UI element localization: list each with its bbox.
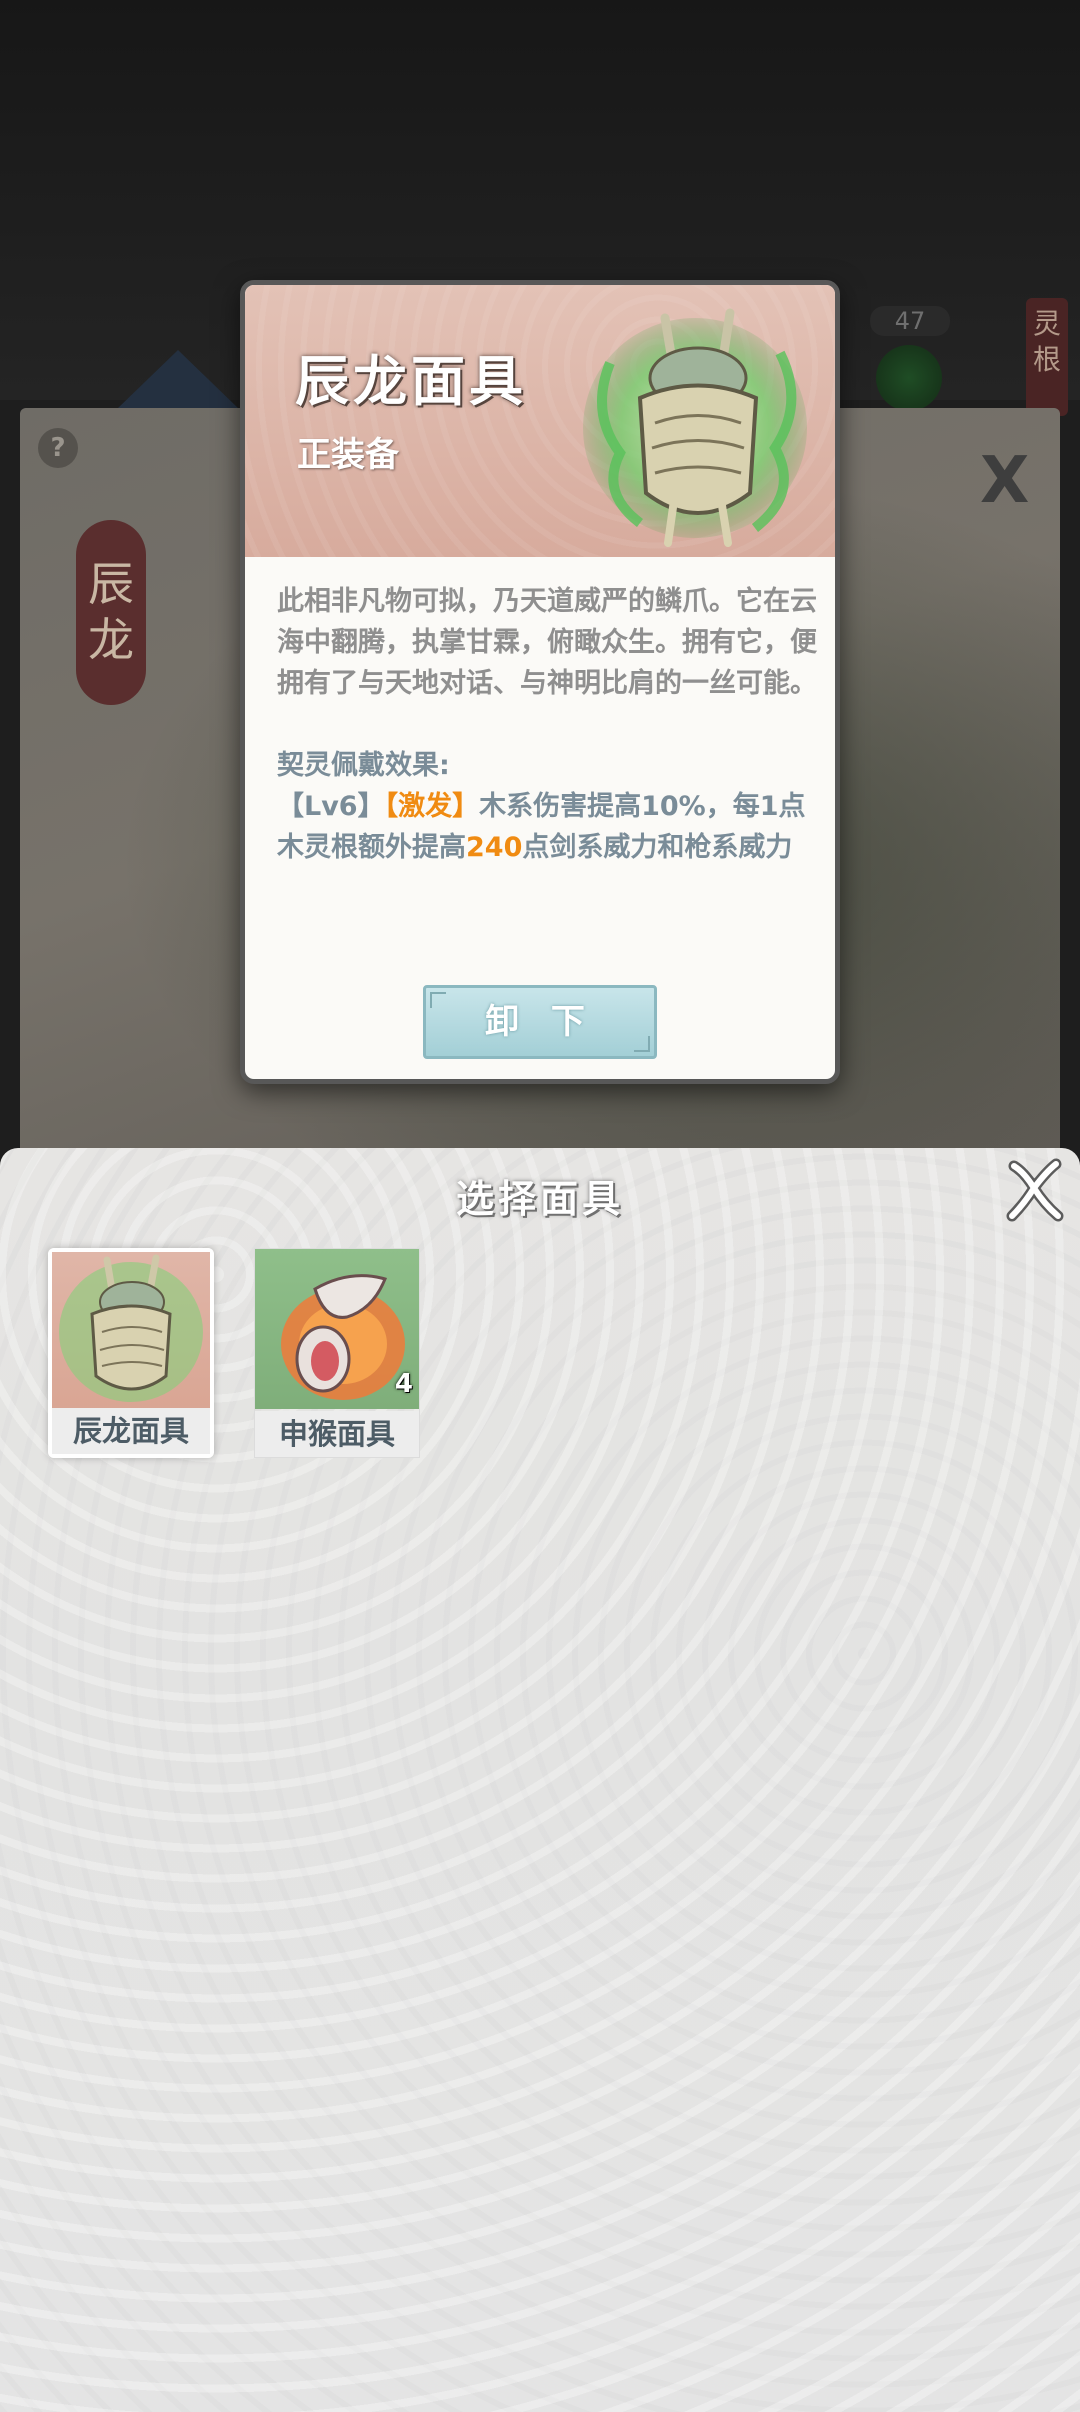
ribbon-char: 辰	[88, 557, 134, 612]
effect-value: 240	[466, 832, 523, 863]
side-tab-char: 根	[1032, 343, 1061, 377]
mask-item-name: 辰龙面具	[52, 1408, 210, 1454]
mask-item-dragon[interactable]: 辰龙面具	[48, 1248, 214, 1458]
effect-text-part-b: 点剑系威力和枪系威力	[522, 832, 793, 863]
sheet-title: 选择面具	[455, 1177, 624, 1221]
effect-title: 契灵佩戴效果:	[277, 750, 450, 781]
button-corner-ornament	[430, 992, 446, 1008]
mask-item-monkey[interactable]: 4 申猴面具	[254, 1248, 420, 1458]
mask-detail-popup: 辰龙面具 正装备 此相非凡物可拟，乃天道威严的鳞爪。它在云海中翻腾，执掌甘霖，俯…	[240, 280, 840, 1084]
background-element-orb	[876, 345, 942, 411]
background-side-tab: 灵 根	[1026, 298, 1068, 416]
popup-header: 辰龙面具 正装备	[245, 285, 835, 557]
unequip-button[interactable]: 卸 下	[423, 985, 657, 1059]
background-ornament	[118, 350, 238, 408]
help-icon: ?	[38, 428, 78, 468]
equip-status-label: 正装备	[297, 435, 399, 475]
background-close-icon: X	[980, 444, 1030, 518]
dragon-mask-icon	[583, 308, 807, 547]
mask-description: 此相非凡物可拟，乃天道威严的鳞爪。它在云海中翻腾，执掌甘霖，俯瞰众生。拥有它，便…	[277, 586, 817, 699]
background-counter: 47	[870, 306, 950, 336]
effect-tag: 【激发】	[384, 791, 480, 822]
mask-thumbnail	[52, 1252, 210, 1412]
mask-item-name: 申猴面具	[255, 1411, 419, 1457]
unequip-button-label: 卸 下	[485, 1002, 595, 1042]
effect-level: 【Lv6】	[277, 791, 385, 822]
mask-selection-sheet: 选择面具 辰龙面具 4 申猴面具	[0, 1148, 1080, 2412]
close-icon[interactable]	[1004, 1158, 1064, 1222]
popup-body: 此相非凡物可拟，乃天道威严的鳞爪。它在云海中翻腾，执掌甘霖，俯瞰众生。拥有它，便…	[277, 581, 817, 868]
popup-title: 辰龙面具	[295, 350, 527, 413]
side-tab-char: 灵	[1032, 307, 1061, 340]
mask-item-count: 4	[394, 1369, 413, 1399]
dragon-mask-icon	[59, 1254, 203, 1402]
effect-description: 【Lv6】【激发】木系伤害提高10%，每1点木灵根额外提高240点剑系威力和枪系…	[277, 786, 817, 868]
ribbon-char: 龙	[88, 612, 134, 667]
background-name-ribbon: 辰 龙	[76, 520, 146, 705]
button-corner-ornament	[634, 1036, 650, 1052]
